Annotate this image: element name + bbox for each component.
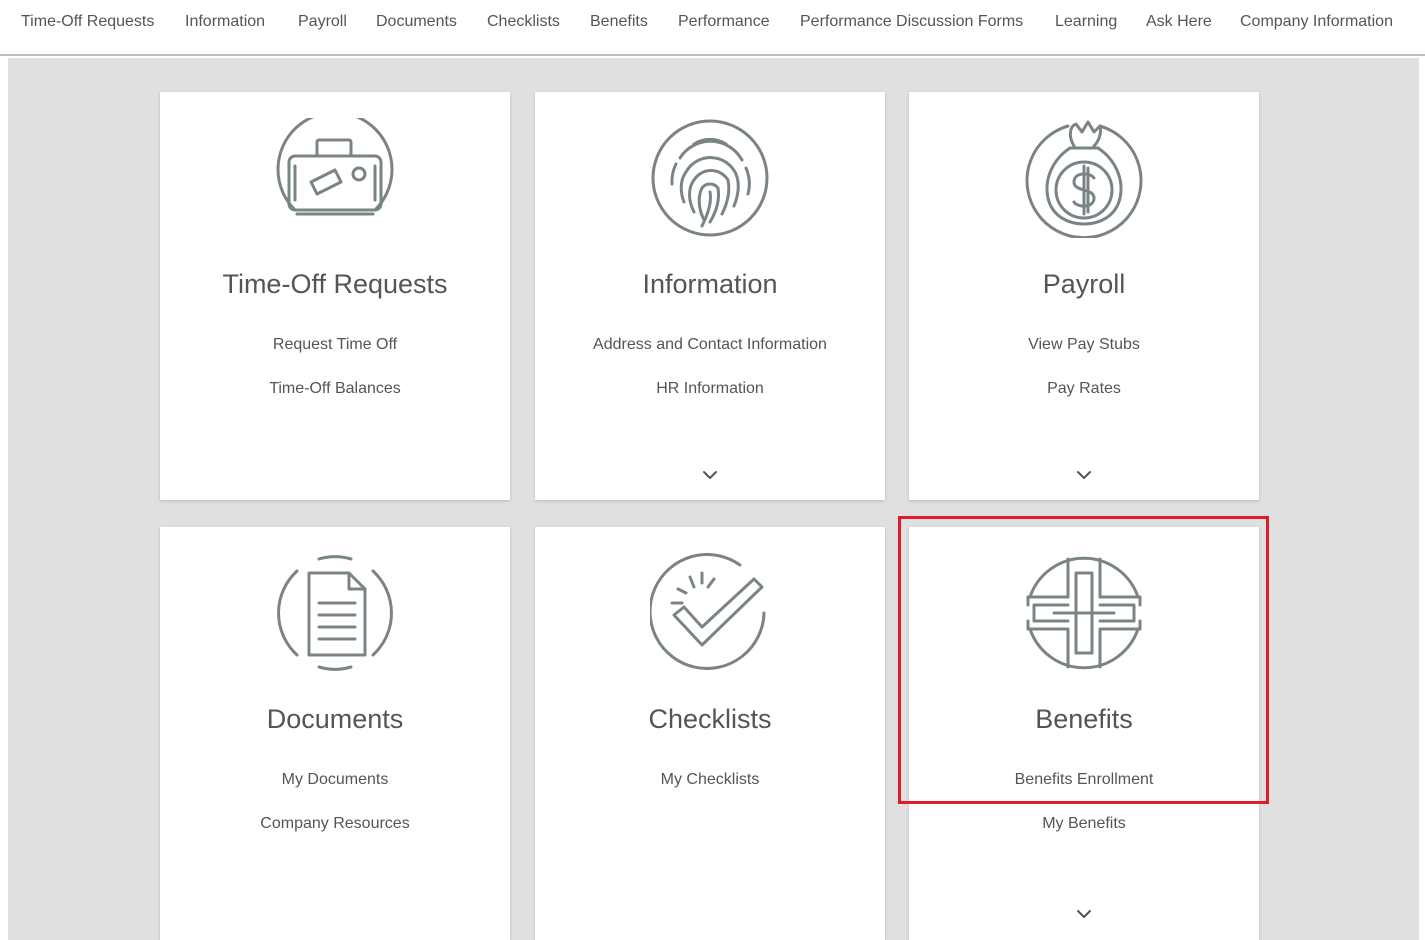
nav-item-checklists[interactable]: Checklists xyxy=(487,13,560,31)
chevron-down-icon[interactable] xyxy=(700,468,720,482)
tile-title: Information xyxy=(642,269,778,299)
briefcase-icon xyxy=(275,118,395,238)
view-pay-stubs-link[interactable]: View Pay Stubs xyxy=(909,336,1259,354)
tile-title: Time-Off Requests xyxy=(222,269,448,299)
tile-documents[interactable]: Documents My Documents Company Resources xyxy=(160,527,510,940)
address-and-contact-information-link[interactable]: Address and Contact Information xyxy=(535,336,885,354)
request-time-off-link[interactable]: Request Time Off xyxy=(160,336,510,354)
medical-cross-icon xyxy=(1024,553,1144,673)
nav-item-time-off-requests[interactable]: Time-Off Requests xyxy=(21,13,154,31)
tile-benefits[interactable]: Benefits Benefits Enrollment My Benefits xyxy=(909,527,1259,940)
nav-item-ask-here[interactable]: Ask Here xyxy=(1146,13,1212,31)
tile-title: Payroll xyxy=(1042,269,1126,299)
company-resources-link[interactable]: Company Resources xyxy=(160,815,510,833)
hr-information-link[interactable]: HR Information xyxy=(535,380,885,398)
tile-title: Benefits xyxy=(1035,704,1133,734)
my-documents-link[interactable]: My Documents xyxy=(160,771,510,789)
tile-payroll[interactable]: Payroll View Pay Stubs Pay Rates xyxy=(909,92,1259,500)
top-navigation-bar: Time-Off Requests Information Payroll Do… xyxy=(0,0,1425,56)
tile-information[interactable]: Information Address and Contact Informat… xyxy=(535,92,885,500)
nav-item-performance-discussion-forms[interactable]: Performance Discussion Forms xyxy=(800,13,1023,31)
my-checklists-link[interactable]: My Checklists xyxy=(535,771,885,789)
nav-item-benefits[interactable]: Benefits xyxy=(590,13,648,31)
tile-time-off-requests[interactable]: Time-Off Requests Request Time Off Time-… xyxy=(160,92,510,500)
pay-rates-link[interactable]: Pay Rates xyxy=(909,380,1259,398)
chevron-down-icon[interactable] xyxy=(1074,468,1094,482)
tile-title: Documents xyxy=(266,704,404,734)
nav-item-performance[interactable]: Performance xyxy=(678,13,770,31)
benefits-enrollment-link[interactable]: Benefits Enrollment xyxy=(909,771,1259,789)
fingerprint-icon xyxy=(650,118,770,238)
tile-checklists[interactable]: Checklists My Checklists xyxy=(535,527,885,940)
tile-title: Checklists xyxy=(648,704,772,734)
my-benefits-link[interactable]: My Benefits xyxy=(909,815,1259,833)
nav-item-documents[interactable]: Documents xyxy=(376,13,457,31)
checkmark-icon xyxy=(650,553,770,673)
time-off-balances-link[interactable]: Time-Off Balances xyxy=(160,380,510,398)
money-bag-icon xyxy=(1024,118,1144,238)
nav-item-payroll[interactable]: Payroll xyxy=(298,13,347,31)
chevron-down-icon[interactable] xyxy=(1074,907,1094,921)
document-icon xyxy=(275,553,395,673)
nav-item-information[interactable]: Information xyxy=(185,13,265,31)
nav-item-learning[interactable]: Learning xyxy=(1055,13,1117,31)
nav-item-company-information[interactable]: Company Information xyxy=(1240,13,1393,31)
